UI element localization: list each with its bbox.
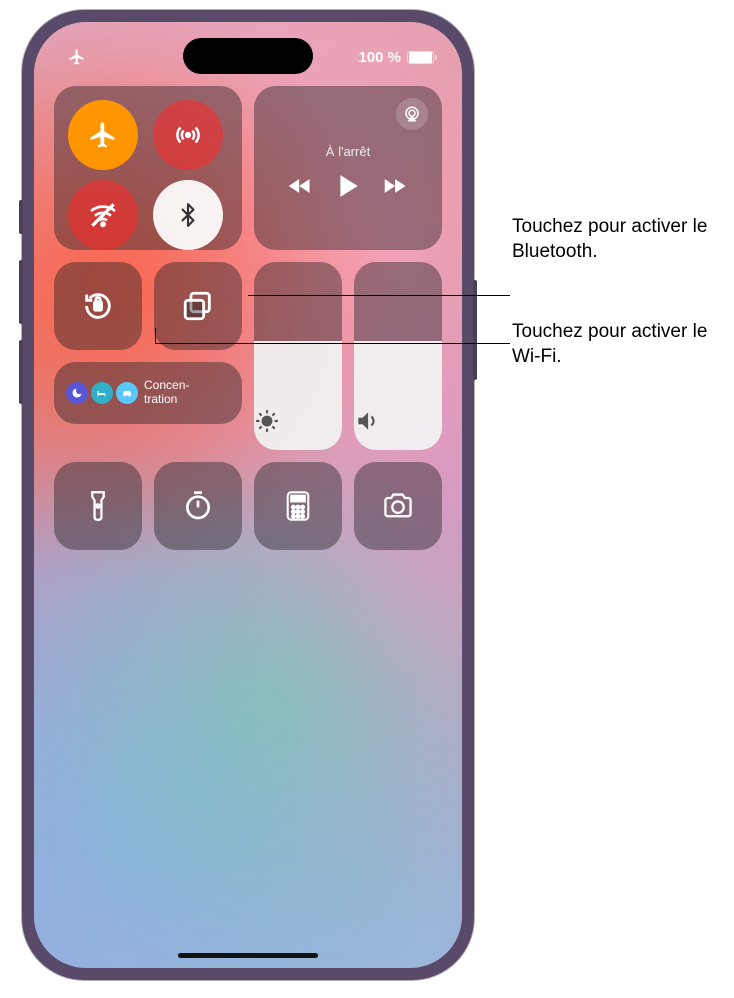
volume-up-button [19, 260, 23, 324]
focus-button[interactable]: Concen- tration [54, 362, 242, 424]
screen: 100 % [34, 22, 462, 968]
calculator-button[interactable] [254, 462, 342, 550]
flashlight-icon [85, 490, 111, 522]
airplane-icon [88, 120, 118, 150]
home-indicator[interactable] [178, 953, 318, 958]
airplay-icon [403, 105, 421, 123]
flashlight-button[interactable] [54, 462, 142, 550]
battery-percent-label: 100 % [358, 49, 401, 66]
control-center: À l'arrêt [54, 86, 442, 550]
focus-mode-icons [66, 382, 138, 404]
camera-button[interactable] [354, 462, 442, 550]
screen-mirroring-icon [181, 289, 215, 323]
media-controls [287, 173, 409, 199]
dynamic-island [183, 38, 313, 74]
brightness-icon [254, 408, 342, 434]
callout-wifi: Touchez pour activer le Wi-Fi. [512, 320, 722, 369]
callout-line-wifi-v [155, 328, 156, 343]
timer-icon [182, 490, 214, 522]
airplay-button[interactable] [396, 98, 428, 130]
focus-label: Concen- tration [144, 379, 189, 407]
status-right: 100 % [358, 49, 434, 66]
phone-frame: 100 % [22, 10, 474, 980]
next-track-button[interactable] [383, 175, 409, 197]
callout-line-wifi [155, 343, 510, 344]
previous-track-button[interactable] [287, 175, 313, 197]
bluetooth-toggle[interactable] [153, 180, 223, 250]
media-tile[interactable]: À l'arrêt [254, 86, 442, 250]
rotation-lock-icon [81, 289, 115, 323]
antenna-icon [173, 120, 203, 150]
bed-icon [91, 382, 113, 404]
wifi-off-icon [87, 199, 119, 231]
play-button[interactable] [337, 173, 359, 199]
moon-icon [66, 382, 88, 404]
car-icon [116, 382, 138, 404]
airplane-mode-indicator-icon [68, 48, 86, 66]
volume-slider[interactable] [354, 262, 442, 450]
timer-button[interactable] [154, 462, 242, 550]
camera-icon [382, 492, 414, 520]
media-status-label: À l'arrêt [326, 144, 370, 159]
wifi-toggle[interactable] [68, 180, 138, 250]
screen-mirroring-button[interactable] [154, 262, 242, 350]
battery-icon [407, 51, 434, 64]
bluetooth-icon [175, 202, 201, 228]
cellular-data-toggle[interactable] [153, 100, 223, 170]
connectivity-tile[interactable] [54, 86, 242, 250]
callout-bluetooth: Touchez pour activer le Bluetooth. [512, 215, 722, 264]
status-left [62, 48, 86, 66]
brightness-slider[interactable] [254, 262, 342, 450]
airplane-mode-toggle[interactable] [68, 100, 138, 170]
volume-icon [354, 408, 442, 434]
volume-down-button [19, 340, 23, 404]
rotation-lock-toggle[interactable] [54, 262, 142, 350]
ringer-switch [19, 200, 23, 234]
calculator-icon [285, 490, 311, 522]
callout-line-bluetooth [248, 295, 510, 296]
